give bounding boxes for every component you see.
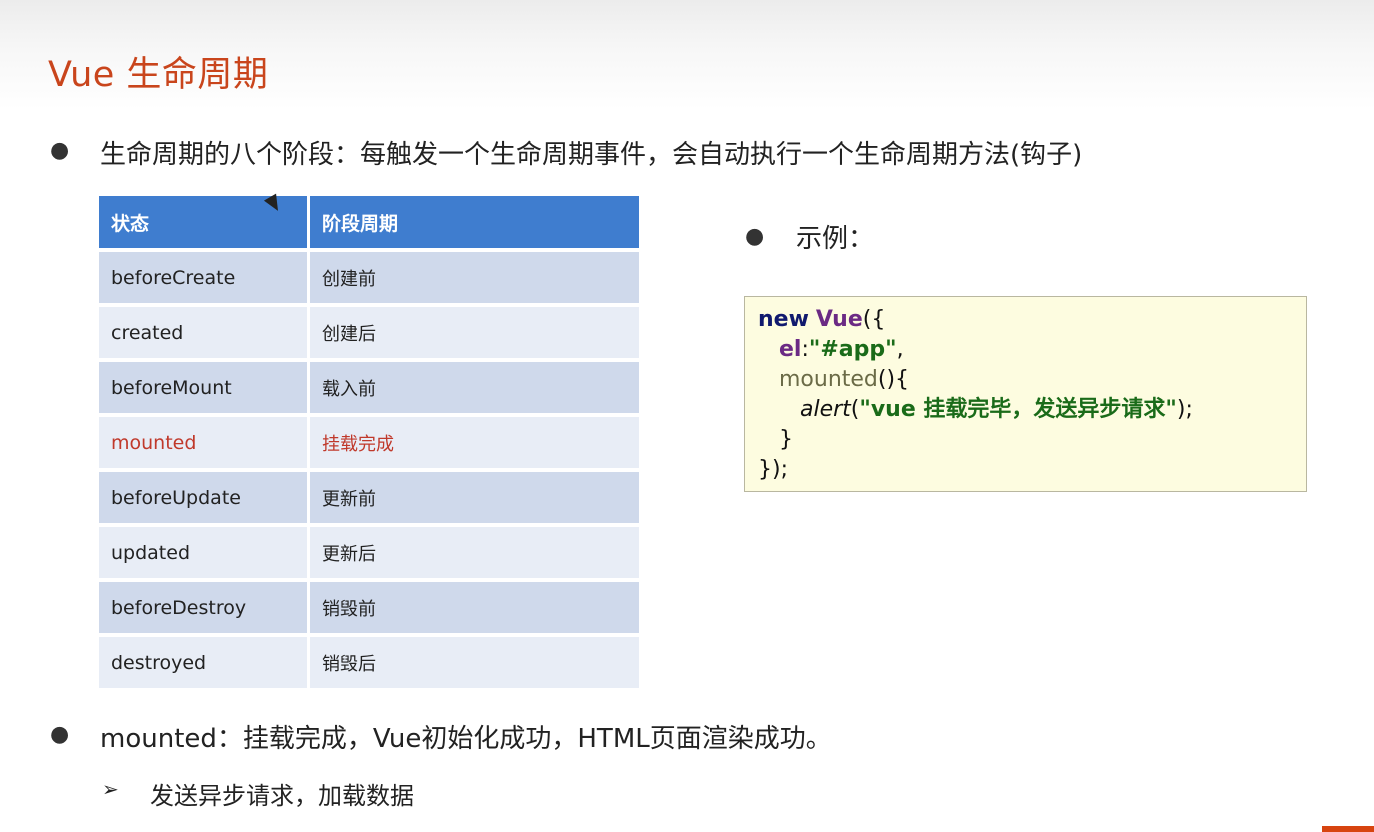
code-line: mounted(){ bbox=[758, 365, 1293, 395]
code-line: alert("vue 挂载完毕，发送异步请求"); bbox=[758, 395, 1293, 425]
code-punct: : bbox=[801, 337, 809, 362]
code-punct: ); bbox=[1176, 397, 1193, 422]
cell-phase: 载入前 bbox=[308, 358, 639, 415]
code-method: mounted bbox=[778, 367, 878, 392]
table-row-highlighted: mounted 挂载完成 bbox=[99, 413, 639, 470]
cell-phase: 更新前 bbox=[308, 468, 639, 525]
cell-phase: 创建后 bbox=[308, 303, 639, 360]
code-line: } bbox=[758, 425, 1293, 455]
code-class: Vue bbox=[815, 307, 863, 332]
code-punct: } bbox=[778, 427, 793, 452]
table-row: beforeMount 载入前 bbox=[99, 358, 639, 415]
code-punct: }); bbox=[758, 457, 788, 482]
code-line: el:"#app", bbox=[758, 335, 1293, 365]
bullet-dot: ● bbox=[50, 138, 70, 163]
code-line: new Vue({ bbox=[758, 305, 1293, 335]
code-function: alert bbox=[799, 397, 851, 422]
header-phase: 阶段周期 bbox=[308, 196, 639, 250]
table-row: updated 更新后 bbox=[99, 523, 639, 580]
table-header-row: 状态 阶段周期 bbox=[99, 196, 639, 250]
code-punct: (){ bbox=[877, 367, 910, 392]
cell-state: beforeDestroy bbox=[99, 578, 310, 635]
code-punct: , bbox=[896, 337, 904, 362]
slide-title: Vue 生命周期 bbox=[48, 55, 269, 95]
table-row: beforeUpdate 更新前 bbox=[99, 468, 639, 525]
cell-phase: 挂载完成 bbox=[308, 413, 639, 470]
cell-phase: 更新后 bbox=[308, 523, 639, 580]
cell-state: updated bbox=[99, 523, 310, 580]
code-keyword: new bbox=[758, 307, 809, 332]
table-row: beforeCreate 创建前 bbox=[99, 248, 639, 305]
table-row: created 创建后 bbox=[99, 303, 639, 360]
example-label: 示例： bbox=[796, 224, 875, 254]
cell-state: destroyed bbox=[99, 633, 310, 688]
bullet-mounted: mounted：挂载完成，Vue初始化成功，HTML页面渲染成功。 bbox=[100, 724, 832, 754]
code-punct: ({ bbox=[862, 307, 886, 332]
cell-phase: 创建前 bbox=[308, 248, 639, 305]
bullet-dot: ● bbox=[745, 224, 765, 249]
code-string: "#app" bbox=[808, 337, 897, 362]
arrow-bullet-icon: ➢ bbox=[102, 777, 119, 801]
code-example: new Vue({ el:"#app", mounted(){ alert("v… bbox=[744, 296, 1307, 492]
cell-phase: 销毁前 bbox=[308, 578, 639, 635]
cell-phase: 销毁后 bbox=[308, 633, 639, 688]
cell-state: beforeMount bbox=[99, 358, 310, 415]
code-property: el bbox=[778, 337, 802, 362]
code-string: "vue 挂载完毕，发送异步请求" bbox=[859, 397, 1177, 422]
bullet-lifecycle-stages: 生命周期的八个阶段：每触发一个生命周期事件，会自动执行一个生命周期方法(钩子) bbox=[100, 140, 1083, 170]
lifecycle-table: 状态 阶段周期 beforeCreate 创建前 created 创建后 bef… bbox=[99, 196, 639, 688]
cell-state: mounted bbox=[99, 413, 310, 470]
corner-accent bbox=[1322, 826, 1374, 832]
table-row: destroyed 销毁后 bbox=[99, 633, 639, 688]
cell-state: beforeCreate bbox=[99, 248, 310, 305]
code-line: }); bbox=[758, 455, 1293, 485]
bullet-dot: ● bbox=[50, 722, 70, 747]
cell-state: beforeUpdate bbox=[99, 468, 310, 525]
cell-state: created bbox=[99, 303, 310, 360]
sub-bullet-async: 发送异步请求，加载数据 bbox=[150, 782, 414, 810]
table-row: beforeDestroy 销毁前 bbox=[99, 578, 639, 635]
